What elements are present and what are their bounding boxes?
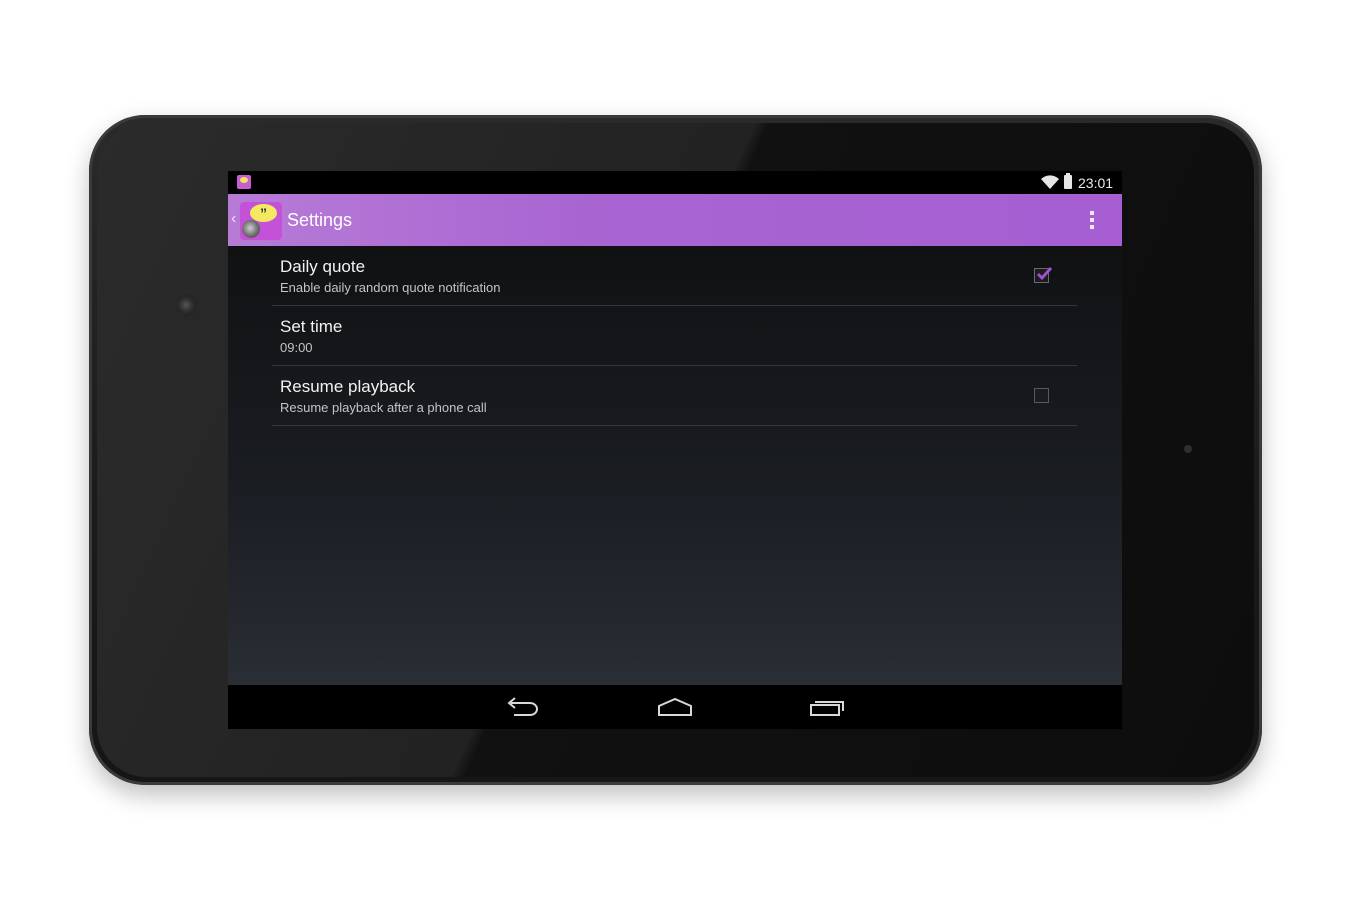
app-icon[interactable]: ”: [240, 202, 282, 240]
pref-summary: 09:00: [280, 340, 313, 355]
back-icon[interactable]: [504, 694, 544, 720]
pref-title: Daily quote: [280, 257, 366, 276]
daily-quote-checkbox[interactable]: [1034, 266, 1053, 283]
overflow-dot: [1090, 211, 1094, 215]
pref-daily-quote[interactable]: Daily quote Enable daily random quote no…: [272, 246, 1077, 306]
resume-playback-checkbox[interactable]: [1034, 388, 1049, 403]
overflow-menu-icon[interactable]: [1080, 205, 1104, 235]
pref-title: Resume playback: [280, 377, 416, 396]
pref-summary: Enable daily random quote notification: [280, 280, 501, 295]
camera-icon: [177, 296, 195, 314]
speaker-icon: [242, 220, 260, 238]
recent-apps-icon[interactable]: [806, 694, 846, 720]
pref-title: Set time: [280, 317, 343, 336]
action-bar: ‹ ” Settings: [228, 194, 1122, 246]
status-bar: 23:01: [228, 171, 1122, 194]
pref-set-time[interactable]: Set time 09:00: [272, 306, 1077, 366]
settings-list: Daily quote Enable daily random quote no…: [228, 246, 1122, 685]
app-notification-icon: [237, 175, 251, 189]
overflow-dot: [1090, 225, 1094, 229]
navigation-bar: [228, 685, 1122, 729]
device-screen: 23:01 ‹ ” Settings Daily quote Enable da…: [228, 171, 1122, 729]
overflow-dot: [1090, 218, 1094, 222]
wifi-icon: [1041, 175, 1059, 189]
pref-resume-playback[interactable]: Resume playback Resume playback after a …: [272, 366, 1077, 426]
up-caret-icon[interactable]: ‹: [231, 210, 236, 228]
battery-icon: [1064, 173, 1072, 189]
home-icon[interactable]: [655, 694, 695, 720]
pref-summary: Resume playback after a phone call: [280, 400, 487, 415]
sensor-dot: [1184, 445, 1192, 453]
status-time: 23:01: [1078, 175, 1114, 191]
page-title: Settings: [287, 210, 353, 230]
quote-bubble-icon: ”: [250, 204, 277, 222]
checkmark-icon: [1036, 266, 1053, 281]
